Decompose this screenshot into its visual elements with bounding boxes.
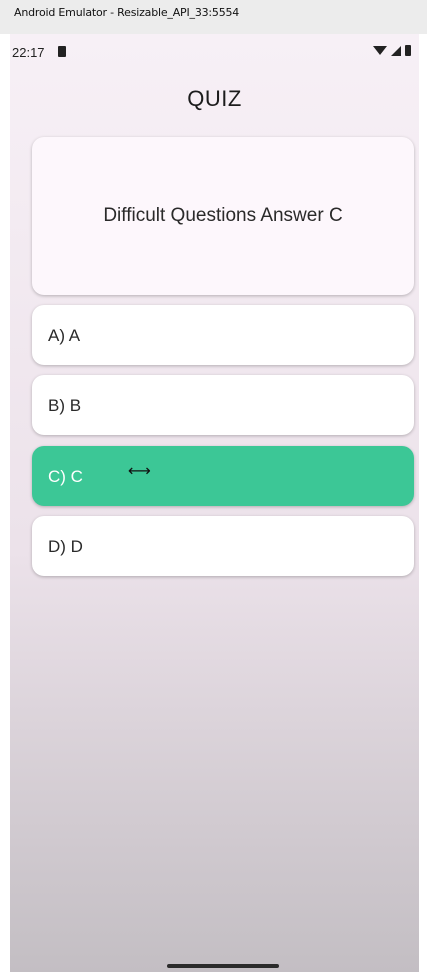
status-icons [373,45,411,56]
device-screen: 22:17 QUIZ Difficult Questions Answer C … [10,34,419,972]
sim-card-icon [58,46,66,57]
wifi-icon [373,46,387,55]
option-label: B) B [48,396,82,415]
home-indicator[interactable] [167,964,279,968]
window-title-text: Android Emulator - Resizable_API_33:5554 [14,6,240,19]
option-label: C) C [48,467,83,486]
option-c-button[interactable]: C) C ⟷ [32,446,414,506]
emulator-window-title: Android Emulator - Resizable_API_33:5554 [0,0,427,34]
battery-icon [405,45,411,56]
option-d-button[interactable]: D) D [32,516,414,576]
cell-signal-icon [391,45,401,56]
option-label: D) D [48,537,83,556]
option-b-button[interactable]: B) B [32,375,414,435]
resize-cursor-icon: ⟷ [128,461,151,480]
question-card: Difficult Questions Answer C [32,137,414,295]
option-a-button[interactable]: A) A [32,305,414,365]
status-bar: 22:17 [10,34,419,70]
status-time: 22:17 [12,45,45,60]
page-title: QUIZ [187,86,242,111]
question-text: Difficult Questions Answer C [103,205,343,226]
option-label: A) A [48,326,81,345]
